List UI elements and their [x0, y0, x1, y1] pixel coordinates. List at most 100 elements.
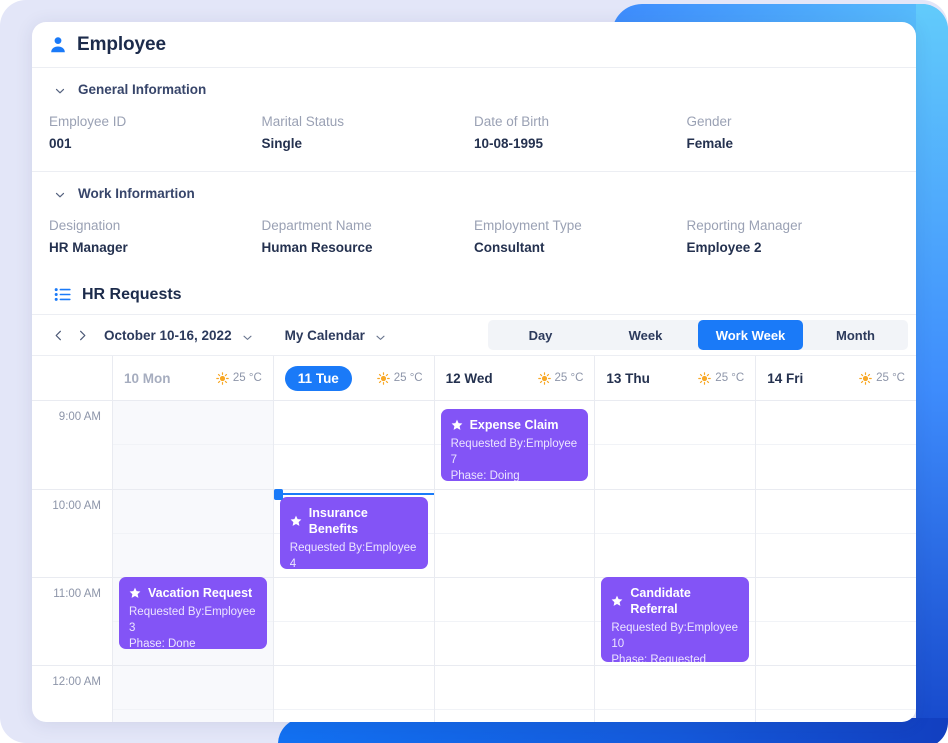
- time-slot-label: 11:00 AM: [32, 577, 112, 665]
- event-title-row: Expense Claim: [451, 417, 579, 433]
- field-label: Marital Status: [261, 114, 345, 129]
- sun-icon: [216, 371, 229, 385]
- time-label: 9:00 AM: [58, 411, 101, 423]
- hour-slot[interactable]: [434, 577, 595, 665]
- calendar-select-label[interactable]: My Calendar: [285, 328, 365, 343]
- hour-slot[interactable]: [434, 665, 595, 722]
- star-icon: [611, 595, 623, 607]
- view-button-work-week[interactable]: Work Week: [698, 320, 803, 350]
- employee-header: Employee: [32, 22, 916, 68]
- view-button-week[interactable]: Week: [593, 320, 698, 350]
- day-column-fri[interactable]: [756, 401, 916, 722]
- hour-slot[interactable]: [434, 489, 595, 577]
- hour-slot[interactable]: [756, 489, 916, 577]
- hour-slot[interactable]: [756, 401, 916, 489]
- time-slot-label: 12:00 AM: [32, 665, 112, 722]
- hour-slot[interactable]: [274, 401, 434, 489]
- time-slot-label: 9:00 AM: [32, 401, 112, 489]
- day-column-tue[interactable]: Insurance Benefits Requested By:Employee…: [273, 401, 435, 722]
- day-header-fri[interactable]: 14 Fri 25 °C: [756, 356, 916, 400]
- section-title: Work Informartion: [78, 186, 195, 201]
- field-reporting-manager: Reporting Manager Employee 2: [687, 216, 900, 257]
- section-header-general[interactable]: General Information: [49, 68, 899, 103]
- hour-slot[interactable]: [273, 665, 434, 722]
- day-weather: 25 °C: [376, 371, 423, 385]
- background-blue-accent-right: [916, 4, 948, 743]
- day-column-thu[interactable]: Candidate Referral Requested By:Employee…: [595, 401, 757, 722]
- field-value: Female: [686, 136, 734, 151]
- event-phase: Phase: Doing: [450, 470, 520, 481]
- hour-slot[interactable]: [595, 489, 756, 577]
- event-phase: Phase: Done: [129, 638, 196, 649]
- next-period-button[interactable]: [70, 323, 94, 347]
- day-temperature: 25 °C: [876, 372, 905, 384]
- hr-requests-title: HR Requests: [82, 285, 182, 303]
- day-weather: 25 °C: [698, 371, 744, 385]
- section-general-information: General Information Employee ID 001 Mari…: [32, 68, 916, 171]
- calendar-event[interactable]: Candidate Referral Requested By:Employee…: [601, 577, 750, 662]
- hour-slot[interactable]: [756, 665, 916, 722]
- star-icon: [451, 419, 463, 431]
- hour-slot[interactable]: [595, 665, 756, 722]
- field-value: HR Manager: [49, 240, 128, 255]
- field-marital-status: Marital Status Single: [262, 112, 475, 153]
- day-temperature: 25 °C: [393, 372, 423, 384]
- day-header-wed[interactable]: 12 Wed 25 °C: [435, 356, 596, 400]
- day-weather: 25 °C: [859, 371, 905, 385]
- day-header-tue[interactable]: 11 Tue 25 °C: [274, 356, 435, 400]
- day-weather: 25 °C: [216, 371, 262, 385]
- field-label: Employment Type: [474, 218, 582, 233]
- previous-period-button[interactable]: [46, 323, 70, 347]
- field-label: Reporting Manager: [686, 218, 803, 233]
- calendar-select-dropdown-icon[interactable]: [375, 330, 386, 341]
- work-information-fields: Designation HR Manager Department Name H…: [49, 207, 899, 275]
- chevron-down-icon: [54, 188, 66, 200]
- sun-icon: [859, 371, 872, 385]
- field-value: Employee 2: [686, 240, 762, 255]
- calendar-event[interactable]: Vacation Request Requested By:Employee 3…: [119, 577, 267, 649]
- time-label: 11:00 AM: [53, 588, 101, 600]
- event-title: Candidate Referral: [630, 586, 691, 616]
- time-gutter: 9:00 AM 10:00 AM 11:00 AM 12:00 AM: [32, 401, 113, 722]
- field-gender: Gender Female: [687, 112, 900, 153]
- general-information-fields: Employee ID 001 Marital Status Single Da…: [49, 103, 899, 171]
- day-temperature: 25 °C: [554, 372, 584, 384]
- section-header-work[interactable]: Work Informartion: [49, 172, 899, 207]
- event-title: Expense Claim: [469, 418, 559, 432]
- chevron-down-icon: [54, 84, 66, 96]
- field-label: Employee ID: [49, 114, 127, 129]
- field-employment-type: Employment Type Consultant: [474, 216, 687, 257]
- calendar-body: 9:00 AM 10:00 AM 11:00 AM 12:00 AM Vacat…: [32, 401, 916, 722]
- event-requested-by: Requested By:Employee 3: [129, 606, 256, 634]
- date-range-dropdown-icon[interactable]: [242, 330, 253, 341]
- view-button-day[interactable]: Day: [488, 320, 593, 350]
- field-value: 001: [49, 136, 72, 151]
- view-button-month[interactable]: Month: [803, 320, 908, 350]
- date-range-label[interactable]: October 10-16, 2022: [104, 328, 232, 343]
- chevron-right-icon: [79, 330, 85, 340]
- field-designation: Designation HR Manager: [49, 216, 262, 257]
- day-label: 13 Thu: [606, 370, 650, 386]
- current-time-line: [273, 493, 434, 495]
- field-label: Date of Birth: [474, 114, 550, 129]
- hr-requests-header: HR Requests: [32, 275, 916, 315]
- calendar-event[interactable]: Expense Claim Requested By:Employee 7 Ph…: [440, 409, 589, 481]
- hour-slot[interactable]: [113, 489, 273, 577]
- event-requested-by: Requested By:Employee 10: [611, 622, 738, 650]
- calendar-event[interactable]: Insurance Benefits Requested By:Employee…: [279, 497, 428, 569]
- hour-slot[interactable]: [273, 577, 434, 665]
- hour-slot[interactable]: [756, 577, 916, 665]
- field-label: Designation: [49, 218, 121, 233]
- calendar-view-switcher: Day Week Work Week Month: [488, 320, 908, 350]
- person-icon: [49, 36, 67, 54]
- hour-slot[interactable]: [113, 401, 273, 489]
- calendar: 10 Mon 25 °C 11 Tue 25 °C 12 Wed 25 °C 1…: [32, 356, 916, 722]
- field-value: Single: [261, 136, 303, 151]
- day-column-wed[interactable]: Expense Claim Requested By:Employee 7 Ph…: [434, 401, 596, 722]
- day-column-mon[interactable]: Vacation Request Requested By:Employee 3…: [113, 401, 274, 722]
- day-header-mon[interactable]: 10 Mon 25 °C: [113, 356, 274, 400]
- hour-slot[interactable]: [595, 401, 755, 489]
- day-header-thu[interactable]: 13 Thu 25 °C: [595, 356, 757, 400]
- hour-slot[interactable]: [113, 665, 273, 722]
- time-gutter-header: [32, 356, 113, 400]
